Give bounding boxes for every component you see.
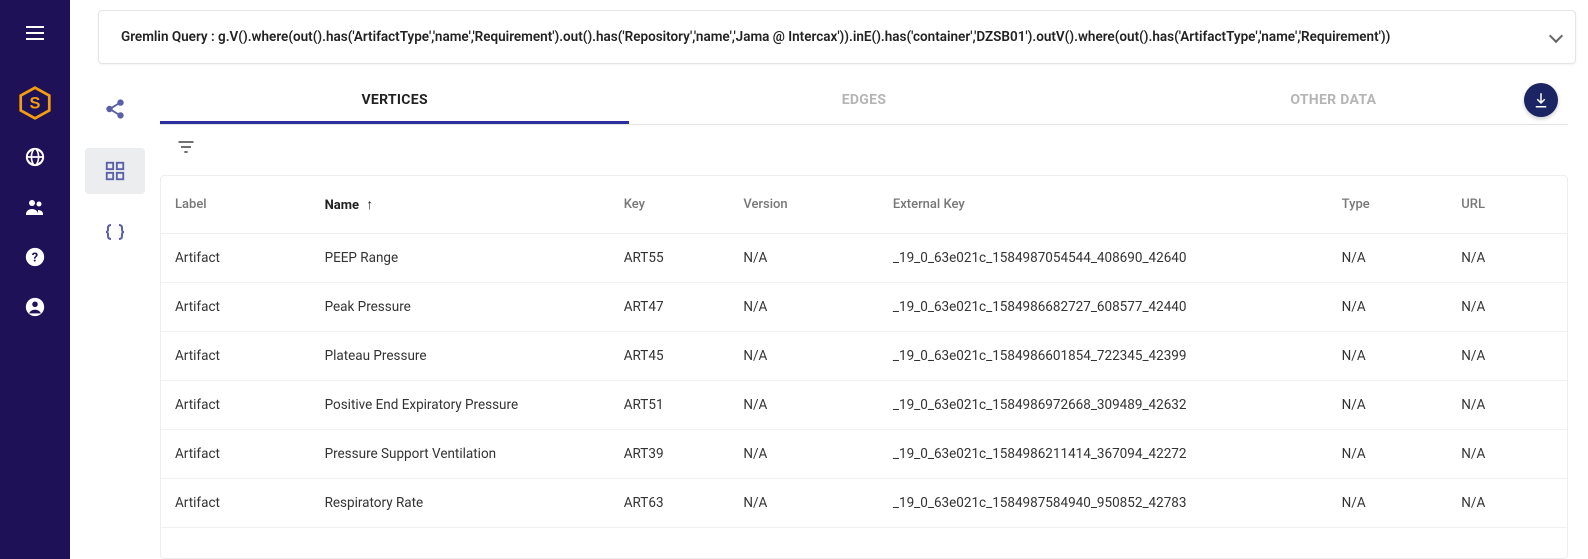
table-row[interactable]: ArtifactPeak PressureART47N/A_19_0_63e02… (161, 283, 1567, 332)
cell-name: Plateau Pressure (311, 332, 610, 381)
cell-version: N/A (729, 381, 879, 430)
table-row[interactable]: ArtifactPEEP RangeART55N/A_19_0_63e021c_… (161, 234, 1567, 283)
table-row[interactable]: ArtifactRespiratory RateART63N/A_19_0_63… (161, 479, 1567, 528)
filter-row (160, 125, 1588, 161)
main-area: Gremlin Query : g.V().where(out().has('A… (70, 0, 1588, 559)
graph-view-button[interactable] (85, 86, 145, 132)
cell-externalKey: _19_0_63e021c_1584987584940_950852_42783 (879, 479, 1328, 528)
cell-name: Pressure Support Ventilation (311, 430, 610, 479)
cell-label: Artifact (161, 283, 311, 332)
globe-icon[interactable] (22, 144, 48, 170)
cell-url: N/A (1447, 332, 1567, 381)
cell-externalKey: _19_0_63e021c_1584986972668_309489_42632 (879, 381, 1328, 430)
results-table-wrap: Label Name ↑ Key Version External Key Ty… (160, 175, 1568, 559)
cell-key: ART39 (610, 430, 730, 479)
cell-name: Respiratory Rate (311, 479, 610, 528)
cell-version: N/A (729, 332, 879, 381)
cell-key: ART51 (610, 381, 730, 430)
col-external-key[interactable]: External Key (879, 176, 1328, 234)
filter-icon[interactable] (176, 137, 196, 157)
table-row[interactable]: ArtifactPressure Support VentilationART3… (161, 430, 1567, 479)
cell-key: ART63 (610, 479, 730, 528)
cell-type: N/A (1328, 332, 1448, 381)
cell-label: Artifact (161, 479, 311, 528)
sort-arrow-up-icon: ↑ (366, 196, 373, 213)
cell-externalKey: _19_0_63e021c_1584986682727_608577_42440 (879, 283, 1328, 332)
menu-icon[interactable] (22, 20, 48, 46)
cell-label: Artifact (161, 332, 311, 381)
app-sidebar: S ? (0, 0, 70, 559)
cell-externalKey: _19_0_63e021c_1584986211414_367094_42272 (879, 430, 1328, 479)
col-version[interactable]: Version (729, 176, 879, 234)
tabs-bar: VERTICES EDGES OTHER DATA (160, 76, 1568, 125)
col-key[interactable]: Key (610, 176, 730, 234)
cell-name: PEEP Range (311, 234, 610, 283)
cell-type: N/A (1328, 234, 1448, 283)
view-mode-rail (70, 76, 160, 559)
table-row[interactable]: ArtifactPositive End Expiratory Pressure… (161, 381, 1567, 430)
cell-key: ART55 (610, 234, 730, 283)
cell-url: N/A (1447, 430, 1567, 479)
app-logo-icon[interactable]: S (18, 86, 52, 120)
results-panel: VERTICES EDGES OTHER DATA (160, 76, 1588, 559)
cell-key: ART45 (610, 332, 730, 381)
cell-label: Artifact (161, 381, 311, 430)
cell-version: N/A (729, 283, 879, 332)
cell-url: N/A (1447, 234, 1567, 283)
col-label[interactable]: Label (161, 176, 311, 234)
col-type[interactable]: Type (1328, 176, 1448, 234)
cell-externalKey: _19_0_63e021c_1584986601854_722345_42399 (879, 332, 1328, 381)
results-table: Label Name ↑ Key Version External Key Ty… (161, 176, 1567, 528)
col-url[interactable]: URL (1447, 176, 1567, 234)
tab-vertices[interactable]: VERTICES (160, 76, 629, 124)
svg-text:S: S (30, 94, 41, 112)
cell-name: Positive End Expiratory Pressure (311, 381, 610, 430)
cell-type: N/A (1328, 283, 1448, 332)
account-icon[interactable] (22, 294, 48, 320)
cell-name: Peak Pressure (311, 283, 610, 332)
cell-version: N/A (729, 430, 879, 479)
cell-type: N/A (1328, 381, 1448, 430)
tab-other-data[interactable]: OTHER DATA (1099, 76, 1568, 124)
cell-type: N/A (1328, 479, 1448, 528)
svg-text:?: ? (32, 251, 38, 266)
help-icon[interactable]: ? (22, 244, 48, 270)
cell-type: N/A (1328, 430, 1448, 479)
query-bar[interactable]: Gremlin Query : g.V().where(out().has('A… (98, 10, 1576, 64)
col-name[interactable]: Name ↑ (311, 176, 610, 234)
cell-url: N/A (1447, 283, 1567, 332)
table-row[interactable]: ArtifactPlateau PressureART45N/A_19_0_63… (161, 332, 1567, 381)
cell-version: N/A (729, 234, 879, 283)
cell-externalKey: _19_0_63e021c_1584987054544_408690_42640 (879, 234, 1328, 283)
query-text: Gremlin Query : g.V().where(out().has('A… (121, 29, 1390, 45)
download-button[interactable] (1524, 83, 1558, 117)
cell-label: Artifact (161, 430, 311, 479)
cell-version: N/A (729, 479, 879, 528)
cell-url: N/A (1447, 381, 1567, 430)
json-view-button[interactable] (85, 210, 145, 256)
cell-label: Artifact (161, 234, 311, 283)
tab-edges[interactable]: EDGES (629, 76, 1098, 124)
cell-key: ART47 (610, 283, 730, 332)
grid-view-button[interactable] (85, 148, 145, 194)
users-icon[interactable] (22, 194, 48, 220)
cell-url: N/A (1447, 479, 1567, 528)
